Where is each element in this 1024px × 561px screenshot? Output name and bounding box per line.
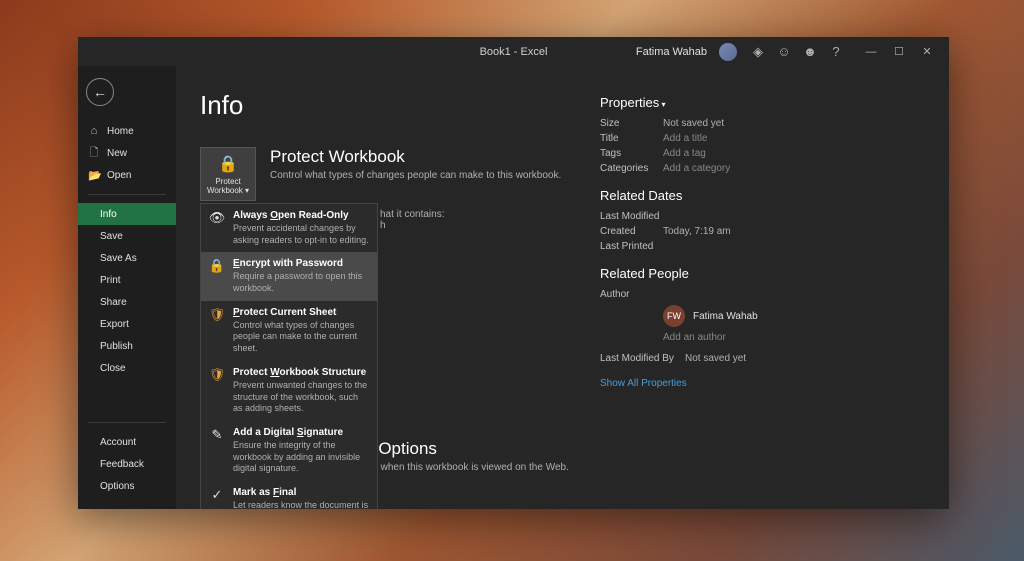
eye-icon: 👁 [209, 210, 225, 246]
protect-desc: Control what types of changes people can… [270, 170, 600, 181]
shield-icon: 🛡 [209, 307, 225, 355]
prop-title[interactable]: TitleAdd a title [600, 133, 758, 144]
new-icon: 🗋 [88, 144, 100, 163]
prop-created: CreatedToday, 7:19 am [600, 226, 758, 237]
check-icon: ✓ [209, 487, 225, 509]
open-icon: 📂 [88, 169, 100, 182]
divider [88, 422, 166, 423]
dropdown-protect-structure[interactable]: 🛡 Protect Workbook Structure Prevent unw… [201, 361, 377, 421]
nav-info[interactable]: Info [78, 203, 176, 225]
dropdown-protect-sheet[interactable]: 🛡 Protect Current Sheet Control what typ… [201, 301, 377, 361]
user-avatar[interactable] [719, 43, 737, 61]
properties-header[interactable]: Properties [600, 95, 758, 110]
titlebar: Book1 - Excel Fatima Wahab ◈ ☺ ☻ ? — ☐ ✕ [78, 37, 949, 66]
dropdown-digital-signature[interactable]: ✎ Add a Digital Signature Ensure the int… [201, 421, 377, 481]
nav-publish[interactable]: Publish [78, 335, 176, 357]
help-icon[interactable]: ? [823, 37, 849, 66]
author-avatar: FW [663, 305, 685, 327]
minimize-button[interactable]: — [857, 37, 885, 66]
prop-author: Author [600, 289, 758, 300]
inspect-partial-text: hat it contains: h [380, 209, 600, 231]
dropdown-mark-final[interactable]: ✓ Mark as Final Let readers know the doc… [201, 481, 377, 509]
nav-options[interactable]: Options [78, 475, 176, 497]
smiley-icon[interactable]: ☺ [771, 37, 797, 66]
maximize-button[interactable]: ☐ [885, 37, 913, 66]
prop-last-printed: Last Printed [600, 241, 758, 252]
prop-categories[interactable]: CategoriesAdd a category [600, 163, 758, 174]
nav-save-as[interactable]: Save As [78, 247, 176, 269]
home-icon: ⌂ [88, 125, 100, 137]
author-row[interactable]: FW Fatima Wahab [663, 305, 758, 327]
lock-icon: 🔒 [218, 154, 238, 174]
related-dates-title: Related Dates [600, 188, 758, 203]
page-title: Info [200, 90, 600, 121]
protect-dropdown: 👁 Always Open Read-Only Prevent accident… [200, 203, 378, 509]
author-name: Fatima Wahab [693, 311, 758, 322]
backstage-sidebar: ← ⌂Home 🗋New 📂Open Info Save Save As Pri… [78, 66, 176, 509]
prop-tags[interactable]: TagsAdd a tag [600, 148, 758, 159]
nav-print[interactable]: Print [78, 269, 176, 291]
prop-modified-by: Last Modified ByNot saved yet [600, 353, 758, 364]
account-icon[interactable]: ☻ [797, 37, 823, 66]
properties-panel: Properties SizeNot saved yet TitleAdd a … [600, 90, 758, 509]
nav-account[interactable]: Account [78, 431, 176, 453]
nav-open[interactable]: 📂Open [78, 164, 176, 186]
protect-workbook-button[interactable]: 🔒 Protect Workbook ▾ [200, 147, 256, 201]
document-title: Book1 - Excel [480, 46, 548, 58]
excel-backstage-window: Book1 - Excel Fatima Wahab ◈ ☺ ☻ ? — ☐ ✕… [78, 37, 949, 509]
protect-section: 🔒 Protect Workbook ▾ Protect Workbook Co… [200, 147, 600, 201]
nav-save[interactable]: Save [78, 225, 176, 247]
add-author[interactable]: Add an author [663, 332, 758, 343]
close-button[interactable]: ✕ [913, 37, 941, 66]
nav-share[interactable]: Share [78, 291, 176, 313]
dropdown-encrypt[interactable]: 🔒 Encrypt with Password Require a passwo… [201, 252, 377, 300]
nav-home[interactable]: ⌂Home [78, 120, 176, 142]
prop-size: SizeNot saved yet [600, 118, 758, 129]
divider [88, 194, 166, 195]
prop-last-modified: Last Modified [600, 211, 758, 222]
info-content: Info 🔒 Protect Workbook ▾ Protect Workbo… [176, 66, 949, 509]
nav-feedback[interactable]: Feedback [78, 453, 176, 475]
nav-export[interactable]: Export [78, 313, 176, 335]
show-all-properties[interactable]: Show All Properties [600, 378, 758, 389]
related-people-title: Related People [600, 266, 758, 281]
diamond-icon[interactable]: ◈ [745, 37, 771, 66]
nav-close[interactable]: Close [78, 357, 176, 379]
user-name[interactable]: Fatima Wahab [636, 46, 707, 58]
dropdown-read-only[interactable]: 👁 Always Open Read-Only Prevent accident… [201, 204, 377, 252]
signature-icon: ✎ [209, 427, 225, 475]
lock-icon: 🔒 [209, 258, 225, 294]
shield-icon: 🛡 [209, 367, 225, 415]
protect-title: Protect Workbook [270, 147, 600, 167]
back-button[interactable]: ← [86, 78, 114, 106]
nav-new[interactable]: 🗋New [78, 142, 176, 164]
